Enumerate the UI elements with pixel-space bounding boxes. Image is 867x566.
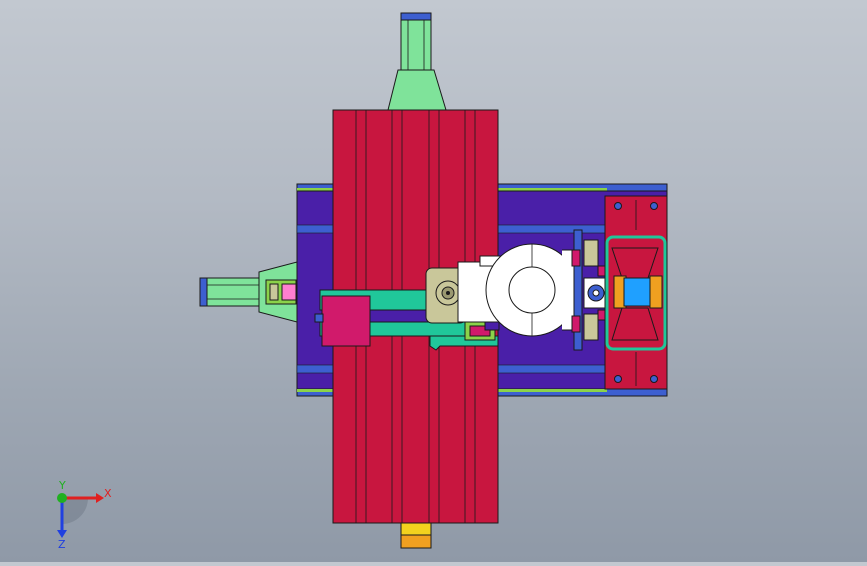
top-motor-mount [387,69,447,111]
triad-shadow [62,498,88,524]
assembly-drawing [199,12,668,549]
cad-viewport[interactable] [0,0,867,562]
x-axis-label: X [104,487,112,500]
x-axis-arrow [96,493,104,503]
y-axis-dot [57,493,67,503]
z-axis-arrow [57,530,67,538]
left-motor-assembly [199,261,298,323]
top-motor-assembly [387,12,447,111]
magenta-carriage [321,295,371,347]
axis-triad-graphic: X Y Z [57,479,112,551]
y-axis-label: Y [58,479,66,492]
top-motor-body [400,19,432,71]
bottom-end-plate [400,522,432,549]
left-motor-body [206,277,260,307]
z-axis-label: Z [58,538,66,548]
top-motor-cap [400,12,432,21]
right-clamp-block [604,195,668,390]
left-motor-cap [199,277,208,307]
axis-triad[interactable]: X Y Z [40,478,120,551]
spindle-bore [508,266,556,314]
cyan-insert [623,277,651,307]
